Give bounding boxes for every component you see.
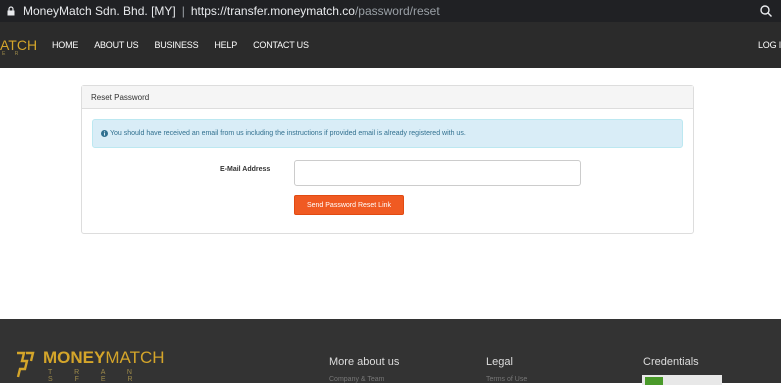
email-label: E-Mail Address: [220, 166, 271, 173]
footer-logo[interactable]: MONEYMATCH T R A N S F E R: [15, 349, 165, 383]
reset-password-card: Reset Password You should have received …: [81, 85, 694, 234]
footer-heading-credentials: Credentials: [643, 356, 699, 368]
nav-link-help[interactable]: HELP: [214, 40, 237, 50]
address-separator: |: [181, 4, 185, 18]
brand-logo[interactable]: ATCH E R: [0, 37, 37, 59]
site-navbar: ATCH E R HOME ABOUT US BUSINESS HELP CON…: [0, 22, 781, 68]
nav-link-home[interactable]: HOME: [52, 40, 78, 50]
email-field[interactable]: [294, 160, 581, 186]
url-path[interactable]: /password/reset: [355, 4, 440, 18]
footer-heading-more-about-us: More about us: [329, 356, 400, 368]
footer-tagline: T R A N S F E R: [48, 369, 143, 383]
footer-brand-name: MONEYMATCH: [43, 349, 165, 366]
lock-icon: [7, 6, 15, 16]
info-icon: [101, 130, 108, 137]
nav-link-about-us[interactable]: ABOUT US: [94, 40, 138, 50]
credential-badge-logo: [645, 377, 663, 385]
nav-link-business[interactable]: BUSINESS: [154, 40, 198, 50]
nav-link-contact-us[interactable]: CONTACT US: [253, 40, 309, 50]
info-alert-text: You should have received an email from u…: [110, 130, 466, 137]
brand-logo-subtext: E R: [2, 51, 23, 57]
footer-link-terms[interactable]: Terms of Use: [486, 376, 527, 383]
browser-address-bar[interactable]: MoneyMatch Sdn. Bhd. [MY] | https://tran…: [0, 0, 781, 22]
footer-heading-legal: Legal: [486, 356, 513, 368]
footer-link-company-team[interactable]: Company & Team: [329, 376, 385, 383]
card-title: Reset Password: [82, 86, 693, 109]
send-reset-link-button[interactable]: Send Password Reset Link: [294, 195, 404, 215]
url-host[interactable]: https://transfer.moneymatch.co: [191, 4, 355, 18]
footer-brand-light: MATCH: [105, 348, 165, 367]
footer-brand-bold: MONEY: [43, 348, 106, 367]
nav-link-login[interactable]: LOG I: [758, 40, 781, 50]
site-identity: MoneyMatch Sdn. Bhd. [MY]: [23, 4, 176, 18]
nav-links: HOME ABOUT US BUSINESS HELP CONTACT US: [52, 40, 325, 50]
info-alert: You should have received an email from u…: [92, 119, 683, 148]
site-footer: MONEYMATCH T R A N S F E R More about us…: [0, 319, 781, 385]
credential-badge: [642, 375, 722, 385]
moneymatch-logo-icon: [16, 351, 35, 378]
search-icon[interactable]: [759, 4, 773, 18]
